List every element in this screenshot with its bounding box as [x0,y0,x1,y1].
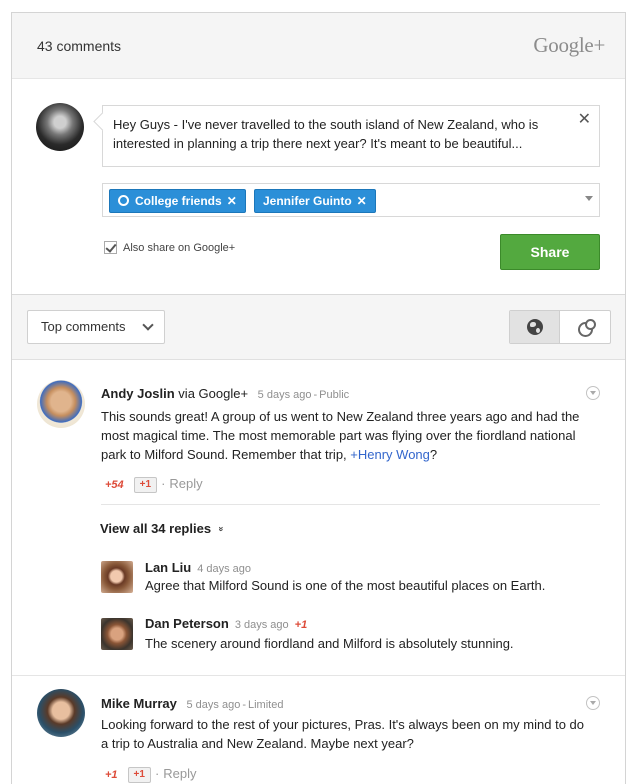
author-name[interactable]: Mike Murray [101,696,177,711]
share-button[interactable]: Share [500,234,600,270]
compose-section: Hey Guys - I've never travelled to the s… [12,79,625,295]
dropdown-arrow-icon[interactable] [585,196,593,201]
share-target-field[interactable]: College friends ✕ Jennifer Guinto ✕ [102,183,600,217]
comments-widget: 43 comments Google+ Hey Guys - I've neve… [11,12,626,784]
reply-link[interactable]: Reply [169,476,202,491]
comment-body: Looking forward to the rest of your pict… [101,717,584,751]
reply-header: Dan Peterson 3 days ago +1 [145,616,307,631]
globe-icon [527,319,543,335]
comment-count: 43 comments [37,38,122,54]
circles-icon [578,319,596,337]
chip-label: College friends [135,194,222,208]
person-chip-jennifer-guinto[interactable]: Jennifer Guinto ✕ [254,189,376,213]
comment-header: Andy Joslin via Google+ 5 days ago - Publi… [101,386,349,401]
comment-actions: +1 +1 · Reply [105,766,197,783]
divider [101,504,600,505]
chevron-down-icon [142,319,154,331]
current-user-avatar [36,103,84,151]
comment-menu-icon[interactable] [586,696,600,710]
remove-chip-icon[interactable]: ✕ [227,194,237,208]
compose-textbox[interactable]: Hey Guys - I've never travelled to the s… [102,105,600,167]
author-name[interactable]: Andy Joslin [101,386,175,401]
plus-count[interactable]: +54 [105,479,124,491]
time-text[interactable]: 5 days ago [187,699,241,711]
avatar[interactable] [101,618,133,650]
close-icon[interactable]: ✕ [578,112,591,128]
reply-link[interactable]: Reply [163,766,196,781]
comment-header: Mike Murray 5 days ago - Limited [101,696,283,711]
plus-one-button[interactable]: +1 [133,477,158,493]
widget-header: 43 comments Google+ [12,13,625,79]
via-source: via Google+ [174,386,249,401]
comment-text: This sounds great! A group of us went to… [101,409,580,462]
sort-dropdown[interactable]: Top comments [27,310,165,344]
plus-one-button[interactable]: +1 [127,767,151,783]
comment-actions: +54 +1 · Reply [105,476,203,493]
divider [12,675,625,676]
comment-menu-icon[interactable] [586,386,600,400]
visibility-label: Limited [248,699,284,711]
chip-label: Jennifer Guinto [263,194,352,208]
view-all-replies-link[interactable]: View all 34 replies » [100,521,227,536]
comment-text-end: ? [429,447,438,462]
plus-count[interactable]: +1 [295,619,308,631]
reply-body: The scenery around fiordland and Milford… [145,636,514,651]
view-all-label: View all 34 replies [100,521,212,536]
meta-separator: - [313,389,318,401]
mention-link[interactable]: +Henry Wong [350,447,430,462]
timestamp[interactable]: 4 days ago [197,563,251,575]
sort-label: Top comments [41,319,126,334]
circles-view-button[interactable] [561,311,610,343]
circle-chip-college-friends[interactable]: College friends ✕ [109,189,246,213]
public-view-button[interactable] [510,311,560,343]
reply-header: Lan Liu 4 days ago [145,560,251,575]
dot-separator: · [154,766,160,781]
timestamp: 5 days ago - Public [258,389,349,401]
reply-body: Agree that Milford Sound is one of the m… [145,578,546,593]
comments-toolbar: Top comments [12,295,625,360]
also-share-label: Also share on Google+ [123,242,236,254]
also-share-checkbox[interactable] [104,241,117,254]
compose-text[interactable]: Hey Guys - I've never travelled to the s… [113,115,553,153]
comment-body: This sounds great! A group of us went to… [101,407,596,464]
view-toggle [509,310,611,344]
timestamp[interactable]: 3 days ago [235,619,289,631]
avatar[interactable] [37,380,85,428]
author-name[interactable]: Lan Liu [145,560,191,575]
expand-chevron-icon: » [216,526,227,532]
remove-chip-icon[interactable]: ✕ [357,194,367,208]
dot-separator: · [161,476,166,491]
plus-count[interactable]: +1 [105,769,118,781]
time-text[interactable]: 5 days ago [258,389,312,401]
circle-icon [118,195,129,206]
visibility-label: Public [319,389,350,401]
avatar[interactable] [101,561,133,593]
also-share-option[interactable]: Also share on Google+ [104,241,235,254]
avatar[interactable] [37,689,85,737]
author-name[interactable]: Dan Peterson [145,616,229,631]
google-plus-logo: Google+ [533,33,605,57]
timestamp: 5 days ago - Limited [187,699,284,711]
meta-separator: - [242,699,246,711]
